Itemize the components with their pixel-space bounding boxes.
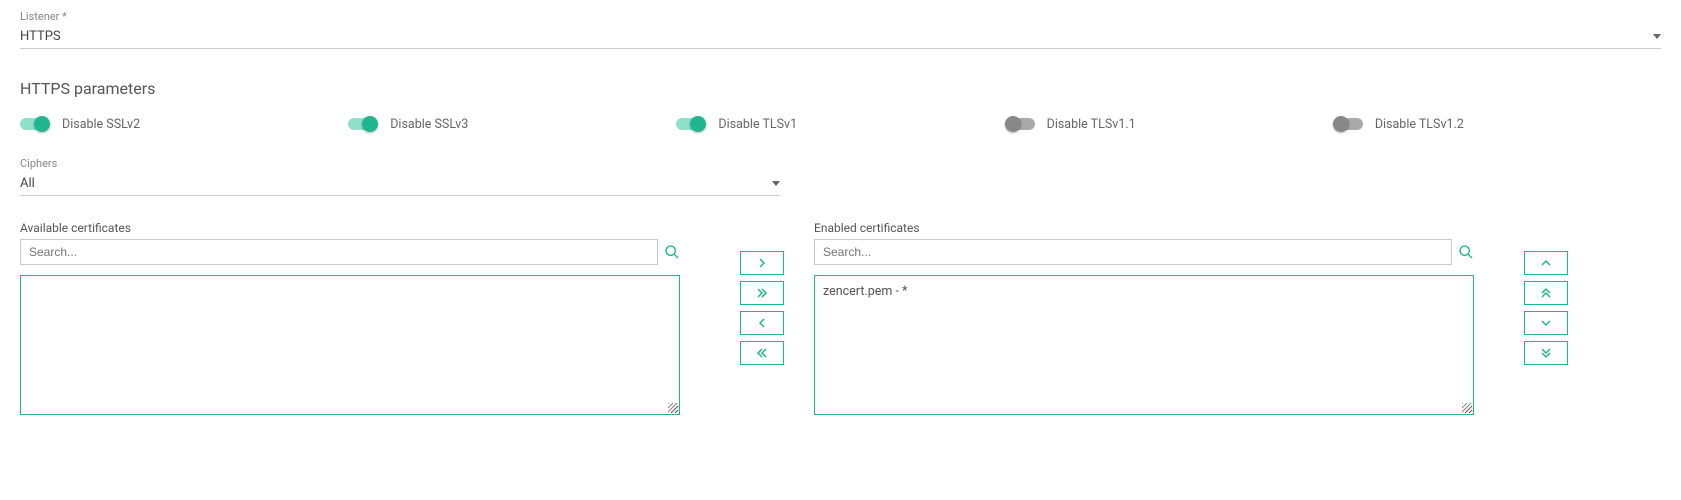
move-buttons xyxy=(680,221,814,365)
search-icon[interactable] xyxy=(664,244,680,260)
toggle-label: Disable TLSv1.1 xyxy=(1047,117,1136,132)
move-top-button[interactable] xyxy=(1524,281,1568,305)
toggle-disable-sslv2: Disable SSLv2 xyxy=(20,116,348,132)
certificate-dual-list: Available certificates Enabled certifica… xyxy=(20,221,1661,415)
chevron-double-up-icon xyxy=(1541,287,1551,299)
move-down-button[interactable] xyxy=(1524,311,1568,335)
listener-value: HTTPS xyxy=(20,29,61,44)
search-icon[interactable] xyxy=(1458,244,1474,260)
available-search-row xyxy=(20,239,680,265)
toggle-disable-tlsv11: Disable TLSv1.1 xyxy=(1005,116,1333,132)
toggle-row: Disable SSLv2 Disable SSLv3 Disable TLSv… xyxy=(20,116,1661,132)
section-title: HTTPS parameters xyxy=(20,79,1661,98)
move-right-all-button[interactable] xyxy=(740,281,784,305)
dropdown-caret-icon xyxy=(772,181,780,186)
enabled-label: Enabled certificates xyxy=(814,221,1474,235)
chevron-down-icon xyxy=(1541,318,1551,328)
listener-field: Listener * HTTPS xyxy=(20,10,1661,49)
toggle-disable-tlsv12: Disable TLSv1.2 xyxy=(1333,116,1661,132)
switch-disable-tlsv12[interactable] xyxy=(1333,116,1363,132)
available-listbox[interactable] xyxy=(20,275,680,415)
switch-disable-tlsv1[interactable] xyxy=(676,116,706,132)
reorder-buttons xyxy=(1474,221,1568,365)
ciphers-value: All xyxy=(20,176,35,191)
move-up-button[interactable] xyxy=(1524,251,1568,275)
list-item[interactable]: zencert.pem - * xyxy=(821,282,1467,301)
toggle-disable-tlsv1: Disable TLSv1 xyxy=(676,116,1004,132)
switch-disable-sslv3[interactable] xyxy=(348,116,378,132)
chevron-left-icon xyxy=(757,318,767,328)
move-left-all-button[interactable] xyxy=(740,341,784,365)
switch-disable-tlsv11[interactable] xyxy=(1005,116,1035,132)
listener-label: Listener * xyxy=(20,10,1661,23)
move-right-button[interactable] xyxy=(740,251,784,275)
ciphers-label: Ciphers xyxy=(20,157,780,170)
toggle-label: Disable SSLv2 xyxy=(62,117,140,132)
enabled-search-input[interactable] xyxy=(814,239,1452,265)
enabled-listbox[interactable]: zencert.pem - * xyxy=(814,275,1474,415)
move-bottom-button[interactable] xyxy=(1524,341,1568,365)
ciphers-select[interactable]: All xyxy=(20,172,780,196)
toggle-disable-sslv3: Disable SSLv3 xyxy=(348,116,676,132)
chevron-right-icon xyxy=(757,258,767,268)
chevron-up-icon xyxy=(1541,258,1551,268)
enabled-search-row xyxy=(814,239,1474,265)
available-label: Available certificates xyxy=(20,221,680,235)
chevron-double-left-icon xyxy=(756,348,768,358)
available-column: Available certificates xyxy=(20,221,680,415)
chevron-double-right-icon xyxy=(756,288,768,298)
move-left-button[interactable] xyxy=(740,311,784,335)
switch-disable-sslv2[interactable] xyxy=(20,116,50,132)
enabled-column: Enabled certificates zencert.pem - * xyxy=(814,221,1474,415)
dropdown-caret-icon xyxy=(1653,34,1661,39)
chevron-double-down-icon xyxy=(1541,347,1551,359)
toggle-label: Disable SSLv3 xyxy=(390,117,468,132)
ciphers-field: Ciphers All xyxy=(20,157,780,196)
available-search-input[interactable] xyxy=(20,239,658,265)
toggle-label: Disable TLSv1 xyxy=(718,117,797,132)
toggle-label: Disable TLSv1.2 xyxy=(1375,117,1464,132)
listener-select[interactable]: HTTPS xyxy=(20,25,1661,49)
